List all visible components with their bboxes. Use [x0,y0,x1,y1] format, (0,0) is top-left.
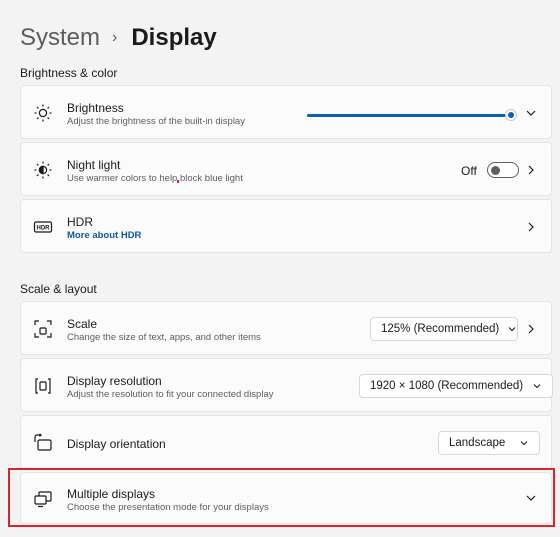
brightness-card[interactable]: Brightness Adjust the brightness of the … [20,85,552,139]
hdr-more-link[interactable]: More about HDR [67,230,141,242]
breadcrumb-separator-icon: › [112,29,118,46]
hdr-card[interactable]: HDR HDR More about HDR [20,199,552,253]
scale-dropdown[interactable]: 125% (Recommended) [370,317,518,341]
toggle-knob [491,166,500,175]
scale-title: Scale [67,317,98,331]
scale-dropdown-value: 125% (Recommended) [381,323,500,335]
night-light-subtitle: Use warmer colors to help block blue lig… [67,173,243,184]
cursor-mark [177,180,179,183]
section-title-brightness-color: Brightness & color [20,66,118,80]
multiple-displays-subtitle: Choose the presentation mode for your di… [67,502,269,513]
display-resolution-card[interactable]: Display resolution Adjust the resolution… [20,358,553,412]
night-light-card[interactable]: Night light Use warmer colors to help bl… [20,142,552,196]
brightness-slider[interactable] [307,109,517,121]
orientation-dropdown-value: Landscape [449,437,506,449]
display-orientation-card[interactable]: Display orientation Landscape [20,415,552,469]
hdr-title: HDR [67,215,93,229]
multiple-displays-card[interactable]: Multiple displays Choose the presentatio… [20,472,552,524]
chevron-down-icon[interactable] [525,492,537,504]
svg-text:HDR: HDR [37,226,51,232]
scale-icon [33,319,53,339]
slider-fill [307,114,511,117]
slider-thumb[interactable] [504,109,517,121]
display-orientation-title: Display orientation [67,437,166,451]
section-title-scale-layout: Scale & layout [20,282,97,296]
multiple-displays-icon [33,489,53,509]
display-resolution-subtitle: Adjust the resolution to fit your connec… [67,389,274,400]
hdr-icon: HDR [33,217,53,237]
night-light-toggle-label: Off [461,164,477,178]
resolution-icon [33,376,53,396]
orientation-icon [33,433,53,453]
night-light-toggle[interactable] [487,162,519,178]
display-resolution-title: Display resolution [67,374,162,388]
scale-subtitle: Change the size of text, apps, and other… [67,332,261,343]
brightness-subtitle: Adjust the brightness of the built-in di… [67,116,245,127]
chevron-down-icon[interactable] [525,107,537,119]
orientation-dropdown[interactable]: Landscape [438,431,540,455]
scale-card[interactable]: Scale Change the size of text, apps, and… [20,301,552,355]
chevron-down-icon [507,324,517,334]
sun-icon [33,103,53,123]
chevron-down-icon [532,381,542,391]
moon-sun-icon [33,160,53,180]
chevron-right-icon[interactable] [525,164,537,176]
chevron-right-icon[interactable] [525,221,537,233]
chevron-down-icon [519,438,529,448]
page-title: Display [131,24,217,51]
breadcrumb-system-link[interactable]: System [20,24,100,52]
night-light-title: Night light [67,158,121,172]
resolution-dropdown[interactable]: 1920 × 1080 (Recommended) [359,374,553,398]
chevron-right-icon[interactable] [525,323,537,335]
breadcrumb: System › Display [20,20,217,56]
brightness-title: Brightness [67,101,124,115]
multiple-displays-title: Multiple displays [67,487,156,501]
resolution-dropdown-value: 1920 × 1080 (Recommended) [370,380,524,392]
